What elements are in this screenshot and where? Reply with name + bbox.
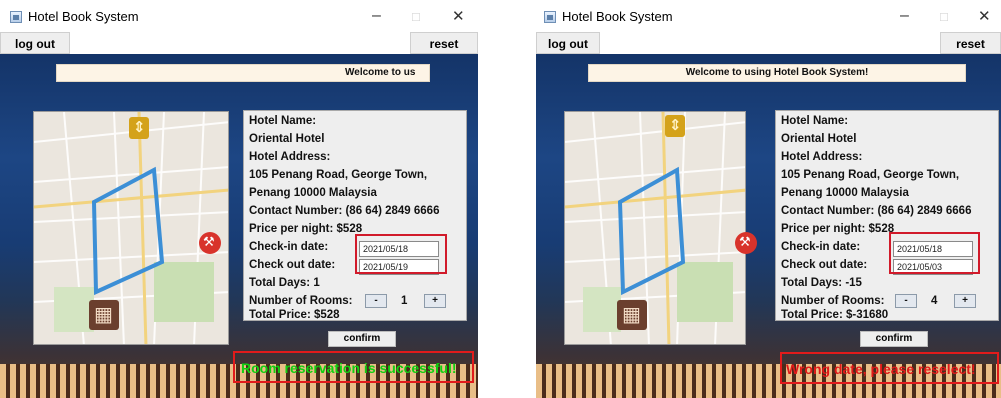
hotel-address-line2: Penang 10000 Malaysia (781, 187, 909, 199)
minimize-icon[interactable]: – (372, 7, 381, 25)
logout-button[interactable]: log out (0, 32, 70, 54)
window-title: Hotel Book System (562, 9, 673, 24)
hotel-book-window-right: Hotel Book System – □ ✕ log out reset We… (536, 0, 1001, 398)
price-per-night: Price per night: $528 (249, 223, 363, 235)
rooms-label: Number of Rooms: (781, 295, 885, 307)
status-message: Wrong date, please reselect! (786, 361, 976, 377)
hotel-address-label: Hotel Address: (249, 151, 331, 163)
hotel-address-line1: 105 Penang Road, George Town, (781, 169, 960, 181)
window-title: Hotel Book System (28, 9, 139, 24)
rooms-count: 1 (401, 295, 408, 307)
rooms-count: 4 (931, 295, 938, 307)
date-highlight-box (355, 234, 447, 274)
hotel-map (33, 111, 229, 345)
contact-number: Contact Number: (86 64) 2849 6666 (249, 205, 440, 217)
hotel-name-label: Hotel Name: (249, 115, 317, 127)
total-price: Total Price: $-31680 (781, 309, 889, 321)
title-bar: Hotel Book System – □ ✕ (536, 0, 1001, 32)
price-per-night: Price per night: $528 (781, 223, 895, 235)
date-highlight-box (889, 232, 980, 274)
title-bar: Hotel Book System – □ ✕ (0, 0, 478, 32)
welcome-banner: Welcome to us (56, 64, 430, 82)
background-scene: Welcome to us Hotel Name: (0, 54, 478, 398)
hotel-info-panel: Hotel Name: Oriental Hotel Hotel Address… (243, 110, 467, 321)
maximize-icon[interactable]: □ (412, 9, 420, 24)
decrease-rooms-button[interactable]: - (365, 294, 387, 308)
maximize-icon[interactable]: □ (940, 9, 948, 24)
contact-number: Contact Number: (86 64) 2849 6666 (781, 205, 972, 217)
logout-button[interactable]: log out (536, 32, 600, 54)
hotel-address-line2: Penang 10000 Malaysia (249, 187, 377, 199)
direction-marker-icon (665, 115, 685, 137)
decrease-rooms-button[interactable]: - (895, 294, 917, 308)
background-scene: Welcome to using Hotel Book System! ⇕ ▦ … (536, 54, 1001, 398)
status-message: Room reservation is successful! (241, 360, 457, 376)
confirm-button[interactable]: confirm (860, 331, 928, 347)
total-days: Total Days: 1 (249, 277, 320, 289)
increase-rooms-button[interactable]: + (424, 294, 446, 308)
hotel-name-label: Hotel Name: (781, 115, 849, 127)
checkin-label: Check-in date: (781, 241, 861, 253)
confirm-button[interactable]: confirm (328, 331, 396, 347)
total-days: Total Days: -15 (781, 277, 862, 289)
java-app-icon (10, 11, 22, 23)
rooms-label: Number of Rooms: (249, 295, 353, 307)
hotel-emblem-icon (89, 300, 119, 330)
increase-rooms-button[interactable]: + (954, 294, 976, 308)
welcome-banner: Welcome to using Hotel Book System! (588, 64, 966, 82)
map-graphic (34, 112, 228, 344)
hotel-name: Oriental Hotel (249, 133, 325, 145)
close-icon[interactable]: ✕ (452, 7, 465, 25)
hotel-map (564, 111, 746, 345)
hotel-info-panel: Hotel Name: Oriental Hotel Hotel Address… (775, 110, 999, 321)
tools-marker-icon (735, 232, 757, 254)
map-graphic (565, 112, 745, 344)
hotel-book-window-left: Hotel Book System – □ ✕ log out reset We… (0, 0, 478, 398)
status-message-box: Room reservation is successful! (233, 351, 474, 383)
hotel-name: Oriental Hotel (781, 133, 857, 145)
hotel-address-line1: 105 Penang Road, George Town, (249, 169, 428, 181)
reset-button[interactable]: reset (940, 32, 1001, 54)
checkin-label: Check-in date: (249, 241, 329, 253)
hotel-address-label: Hotel Address: (781, 151, 863, 163)
direction-marker-icon (129, 117, 149, 139)
java-app-icon (544, 11, 556, 23)
reset-button[interactable]: reset (410, 32, 478, 54)
close-icon[interactable]: ✕ (978, 7, 991, 25)
checkout-label: Check out date: (781, 259, 868, 271)
checkout-label: Check out date: (249, 259, 336, 271)
tools-marker-icon (199, 232, 221, 254)
status-message-box: Wrong date, please reselect! (780, 352, 999, 384)
hotel-emblem-icon (617, 300, 647, 330)
total-price: Total Price: $528 (249, 309, 340, 321)
minimize-icon[interactable]: – (900, 7, 909, 25)
